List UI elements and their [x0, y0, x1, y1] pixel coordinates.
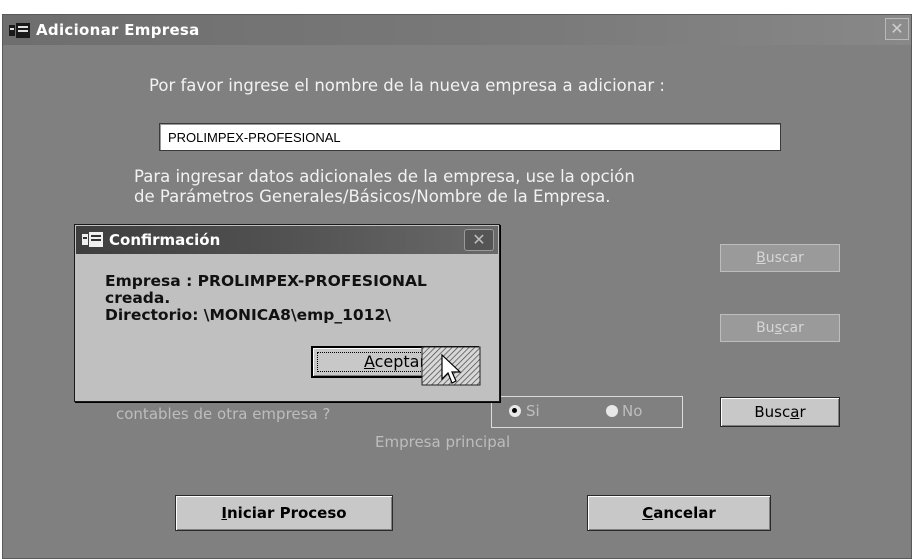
buscar-2-label-accel: s [774, 320, 782, 336]
buscar-3-label-pre: Busc [754, 403, 791, 421]
close-icon: ✕ [890, 19, 904, 38]
dialog-message-line3: Directorio: \MONICA8\emp_1012\ [105, 306, 391, 324]
close-icon: ✕ [472, 230, 486, 249]
window-close-button[interactable]: ✕ [885, 18, 909, 40]
iniciar-proceso-button[interactable]: Iniciar Proceso [175, 495, 393, 531]
window-titlebar[interactable]: Adicionar Empresa ✕ [3, 15, 911, 45]
radio-no-label: No [622, 402, 643, 420]
dialog-title: Confirmación [109, 231, 221, 249]
radio-no[interactable] [606, 405, 618, 417]
radio-si-label: Si [526, 402, 540, 420]
info-text-line1: Para ingresar datos adicionales de la em… [134, 167, 635, 186]
company-name-value: PROLIMPEX-PROFESIONAL [168, 130, 341, 145]
iniciar-label-post: niciar Proceso [227, 504, 347, 522]
aceptar-label-accel: A [363, 352, 375, 371]
dialog-close-button[interactable]: ✕ [464, 229, 494, 251]
copy-question-text: contables de otra empresa ? [116, 405, 331, 423]
window-title: Adicionar Empresa [36, 21, 200, 39]
buscar-1-label-post: uscar [765, 250, 804, 266]
buscar-button-2[interactable]: Buscar [720, 314, 840, 342]
cursor-icon [421, 346, 481, 386]
dialog-message-line2: creada. [105, 289, 171, 307]
dialog-titlebar[interactable]: Confirmación ✕ [76, 226, 498, 254]
buscar-3-label-post: r [799, 403, 806, 421]
buscar-1-label-accel: B [756, 250, 766, 266]
aceptar-label-post: ceptar [374, 352, 427, 371]
dialog-message-line1: Empresa : PROLIMPEX-PROFESIONAL [105, 272, 427, 290]
cancelar-button[interactable]: Cancelar [587, 495, 771, 531]
app-icon [9, 23, 30, 38]
buscar-2-label-post: car [781, 320, 804, 336]
buscar-2-label-pre: Bu [756, 320, 775, 336]
buscar-button-3[interactable]: Buscar [720, 397, 840, 427]
cancelar-label-post: ancelar [653, 504, 716, 522]
main-company-label: Empresa principal [375, 433, 511, 451]
radio-si[interactable] [509, 405, 521, 417]
cancelar-label-accel: C [642, 504, 654, 522]
app-icon [82, 232, 103, 247]
info-text-line2: de Parámetros Generales/Básicos/Nombre d… [134, 187, 611, 206]
copy-radio-group: Si No [491, 396, 683, 428]
company-name-input[interactable]: PROLIMPEX-PROFESIONAL [159, 123, 781, 151]
buscar-button-1[interactable]: Buscar [720, 244, 840, 272]
company-name-prompt: Por favor ingrese el nombre de la nueva … [149, 76, 665, 95]
